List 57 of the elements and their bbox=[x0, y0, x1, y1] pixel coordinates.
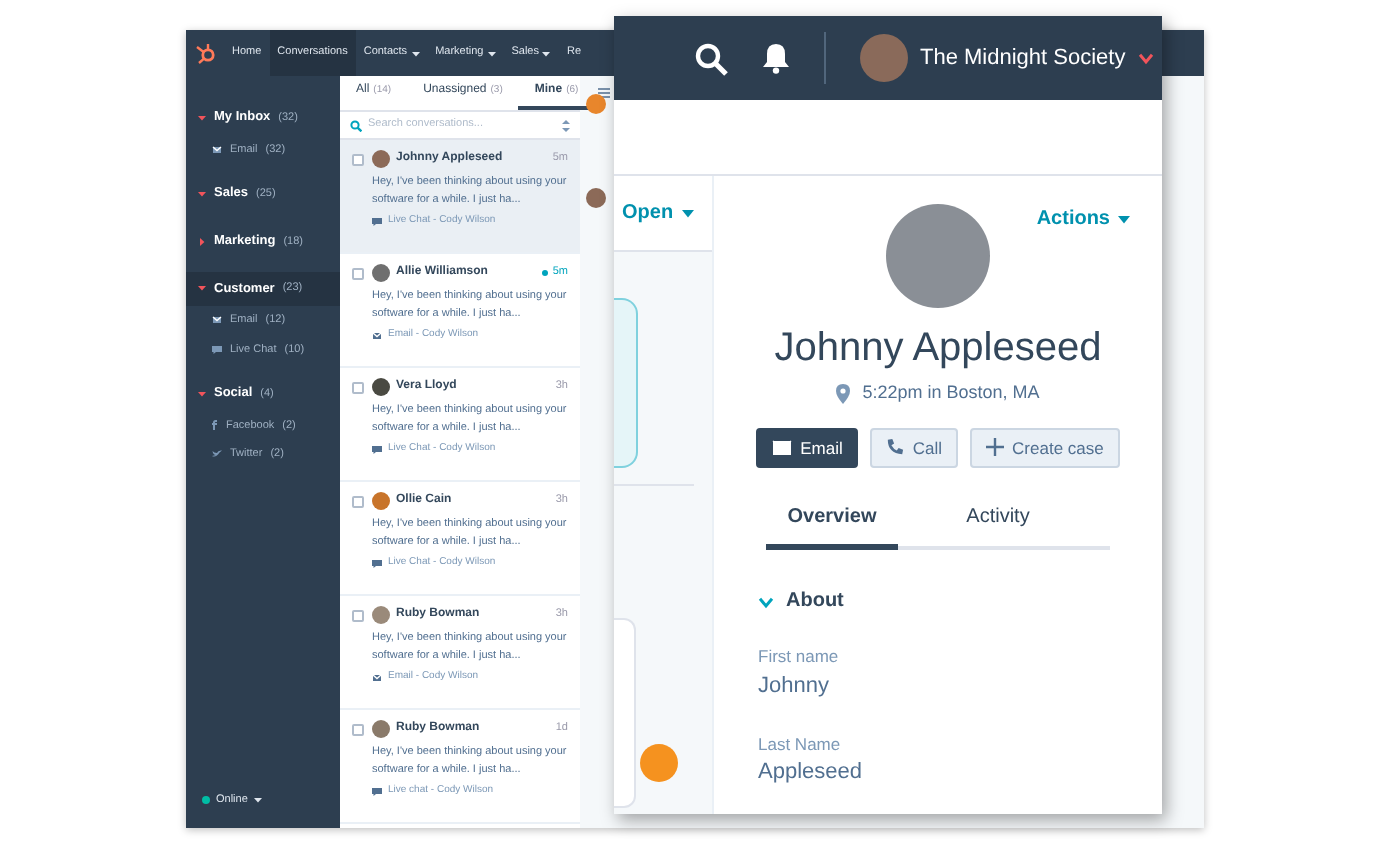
plus-icon bbox=[986, 438, 1005, 457]
avatar bbox=[372, 492, 390, 510]
letter-f-icon bbox=[212, 420, 218, 431]
field-value: Appleseed bbox=[758, 758, 864, 789]
caret-icon bbox=[198, 237, 206, 246]
checkbox[interactable] bbox=[352, 724, 364, 736]
chevron-icon bbox=[1137, 50, 1154, 66]
email-button[interactable]: Email bbox=[756, 427, 859, 469]
chat-bubble-icon bbox=[212, 345, 222, 354]
caret-icon bbox=[1118, 213, 1130, 225]
actions-dropdown[interactable]: Actions bbox=[1036, 204, 1130, 234]
chat-bubble-icon bbox=[372, 787, 382, 796]
chat-bubble-icon bbox=[372, 217, 382, 226]
call-button[interactable]: Call bbox=[870, 427, 959, 469]
checkbox[interactable] bbox=[352, 382, 364, 394]
caret-icon bbox=[411, 49, 420, 57]
field-label: Last Name bbox=[758, 731, 843, 757]
phone-icon bbox=[886, 438, 905, 457]
chevron-icon bbox=[758, 593, 774, 610]
bird-icon bbox=[212, 449, 222, 458]
caret-icon bbox=[487, 49, 496, 57]
avatar bbox=[586, 188, 606, 208]
avatar bbox=[372, 720, 390, 738]
tab[interactable]: Overview bbox=[766, 500, 898, 551]
search-icon[interactable] bbox=[694, 41, 728, 75]
checkbox[interactable] bbox=[352, 154, 364, 166]
search-icon bbox=[350, 119, 362, 131]
tab[interactable]: Activity bbox=[898, 500, 1098, 551]
field-label: First name bbox=[758, 644, 841, 670]
avatar bbox=[372, 378, 390, 396]
contact-name: Johnny Appleseed bbox=[774, 324, 1102, 372]
avatar bbox=[586, 94, 606, 114]
checkbox[interactable] bbox=[352, 268, 364, 280]
avatar bbox=[372, 606, 390, 624]
chat-bubble-icon bbox=[372, 559, 382, 568]
account-menu[interactable]: The Midnight Society bbox=[860, 34, 1154, 82]
checkbox[interactable] bbox=[352, 610, 364, 622]
unread-dot bbox=[542, 270, 549, 276]
section-header[interactable]: About bbox=[758, 586, 1118, 617]
sprocket-logo-icon bbox=[194, 42, 216, 64]
field-value: Johnny bbox=[758, 672, 831, 702]
avatar bbox=[860, 34, 908, 82]
avatar bbox=[372, 264, 390, 282]
location-text: 5:22pm in Boston, MA bbox=[862, 380, 1040, 406]
avatar bbox=[372, 150, 390, 168]
caret-icon bbox=[253, 795, 262, 804]
map-pin-icon bbox=[836, 383, 851, 404]
caret-icon bbox=[681, 207, 694, 219]
sort-icon[interactable] bbox=[562, 119, 570, 131]
chat-bubble-icon bbox=[372, 445, 382, 454]
checkbox[interactable] bbox=[352, 496, 364, 508]
create-case-button[interactable]: Create case bbox=[970, 427, 1120, 469]
photo-placeholder bbox=[886, 204, 990, 308]
bell-icon[interactable] bbox=[762, 42, 790, 74]
avatar bbox=[640, 744, 678, 782]
list-icon[interactable] bbox=[598, 88, 611, 98]
caret-icon bbox=[542, 49, 551, 57]
